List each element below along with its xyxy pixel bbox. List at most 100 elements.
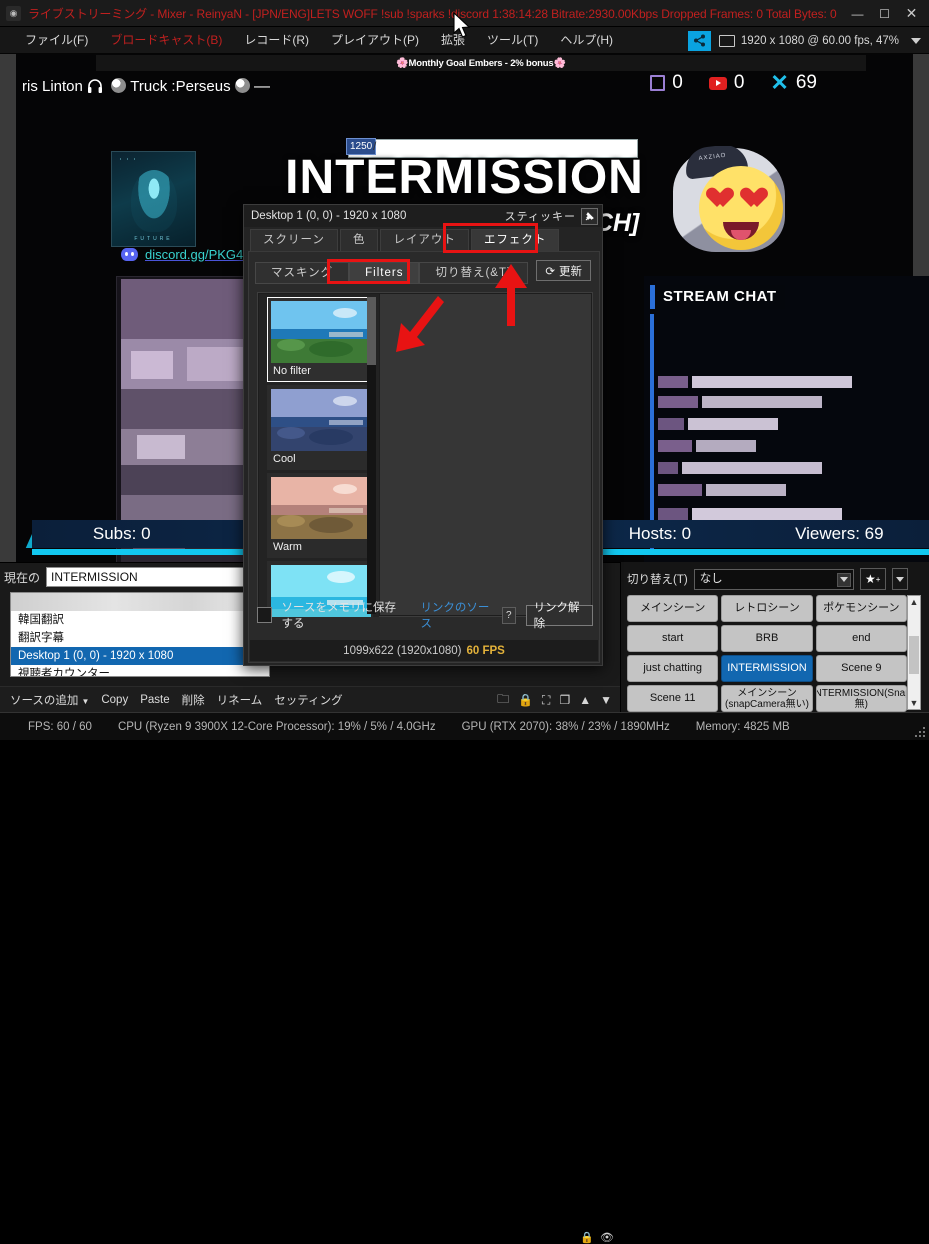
source-toolbar: ソースの追加 ▼ Copy Paste 削除 リネーム セッティング 🗀 🔒 ⛶ … — [0, 686, 620, 712]
lock-small-icon[interactable]: 🔒 — [580, 1231, 594, 1244]
stage-left-margin — [0, 54, 16, 562]
scene-button[interactable]: Scene 11 — [627, 685, 719, 712]
folder-icon[interactable]: 🗀 — [497, 690, 509, 711]
status-cpu: CPU (Ryzen 9 3900X 12-Core Processor): 1… — [117, 720, 436, 733]
menu-tools[interactable]: ツール(T) — [476, 27, 549, 54]
scene-button-grid: メインシーン レトロシーン ポケモンシーン start BRB end just… — [627, 595, 907, 712]
list-item[interactable]: 翻訳字幕 — [11, 629, 269, 647]
fullscreen-icon[interactable]: ⛶ — [542, 693, 550, 708]
dialog-status-fps: 60 FPS — [466, 644, 505, 657]
share-icon[interactable] — [687, 30, 711, 51]
filter-list[interactable]: No filter Cool Warm — [259, 294, 379, 617]
copy-button[interactable]: Copy — [101, 694, 128, 706]
paste-button[interactable]: Paste — [140, 694, 169, 706]
maximize-button[interactable]: ☐ — [871, 1, 898, 27]
scene-button-selected[interactable]: INTERMISSION — [721, 655, 813, 682]
scene-button[interactable]: レトロシーン — [721, 595, 813, 622]
source-toolbar-icons: 🗀 🔒 ⛶ ❐ ▲ ▼ — [497, 687, 612, 713]
menu-file[interactable]: ファイル(F) — [14, 27, 99, 54]
monthly-goal-label: Monthly Goal Embers - 2% bonus — [408, 57, 554, 69]
filter-item[interactable]: Warm — [267, 473, 373, 558]
save-to-memory-checkbox[interactable] — [257, 607, 272, 623]
headphones-icon — [87, 78, 103, 94]
scene-button[interactable]: BRB — [721, 625, 813, 652]
scene-button[interactable]: メインシーン(snapCamera無い) — [721, 685, 813, 712]
source-list[interactable]: 韓国翻訳 翻訳字幕 Desktop 1 (0, 0) - 1920 x 1080… — [10, 592, 270, 677]
move-down-icon[interactable]: ▼ — [600, 693, 612, 707]
transition-select[interactable]: なし — [693, 568, 854, 590]
pin-icon[interactable] — [581, 207, 598, 225]
title-bar: ◉ ライブストリーミング - Mixer - ReinyaN - [JPN/EN… — [0, 0, 929, 27]
scene-scroll-up-icon[interactable]: ▲ — [910, 596, 919, 608]
scene-scrollbar[interactable]: ▲ ▼ — [907, 595, 921, 710]
scene-scroll-thumb[interactable] — [909, 636, 919, 674]
list-item[interactable]: 韓国翻訳 — [11, 611, 269, 629]
filter-scroll-thumb[interactable] — [367, 297, 376, 365]
help-icon[interactable]: ? — [501, 606, 516, 624]
scene-button[interactable]: start — [627, 625, 719, 652]
filter-item[interactable]: Cool — [267, 385, 373, 470]
resize-grip[interactable] — [913, 725, 925, 737]
scene-button[interactable]: ポケモンシーン — [815, 595, 907, 622]
tab-color[interactable]: 色 — [339, 229, 379, 251]
subtab-transition[interactable]: 切り替え(&T) — [419, 262, 528, 284]
link-source-link[interactable]: リンクのソース — [420, 599, 492, 631]
tab-screen[interactable]: スクリーン — [250, 229, 338, 251]
delete-button[interactable]: 削除 — [182, 692, 205, 708]
scene-button[interactable]: just chatting — [627, 655, 719, 682]
filter-label: Warm — [273, 541, 302, 553]
list-item[interactable]: 視聴者カウンター — [11, 665, 269, 676]
refresh-button[interactable]: ⟳ 更新 — [536, 260, 591, 281]
menu-broadcast[interactable]: ブロードキャスト(B) — [99, 27, 233, 54]
scene-button[interactable]: INTERMISSION(Snap無) — [815, 685, 907, 712]
current-scene-input[interactable] — [46, 567, 249, 587]
heart-eye-icon-right — [745, 188, 769, 210]
dialog-footer: ソースをメモリに保存する リンクのソース ? リンク解除 — [257, 599, 593, 631]
scene-button[interactable]: メインシーン — [627, 595, 719, 622]
menu-record[interactable]: レコード(R) — [233, 27, 320, 54]
menu-extensions[interactable]: 拡張 — [430, 27, 476, 54]
unlink-button[interactable]: リンク解除 — [525, 602, 593, 630]
mixer-icon: ✕ — [770, 70, 789, 95]
scene-button[interactable]: Scene 9 — [815, 655, 907, 682]
move-up-icon[interactable]: ▲ — [579, 693, 591, 707]
menu-help[interactable]: ヘルプ(H) — [549, 27, 624, 54]
resolution-indicator[interactable]: 1920 x 1080 @ 60.00 fps, 47% — [718, 34, 903, 47]
status-gpu: GPU (RTX 2070): 38% / 23% / 1890MHz — [461, 720, 670, 733]
list-item-selected[interactable]: Desktop 1 (0, 0) - 1920 x 1080 — [11, 647, 269, 665]
rename-button[interactable]: リネーム — [217, 692, 263, 708]
stat-viewers: Viewers: 69 — [795, 524, 884, 543]
dialog-status-bar: 1099x622 (1920x1080) 60 FPS — [250, 640, 598, 661]
subtab-filters[interactable]: Filters — [349, 262, 420, 284]
chevron-down-icon[interactable] — [911, 37, 921, 44]
scene-options-dropdown[interactable] — [891, 568, 908, 590]
scene-panel: 切り替え(T) なし ★ + メインシーン レトロシーン ポケモンシーン star… — [620, 562, 929, 712]
stream-chat-rail — [650, 314, 654, 549]
list-item[interactable] — [11, 593, 269, 611]
tab-layout[interactable]: レイアウト — [380, 229, 469, 251]
platform-counters: 0 0 ✕ 69 — [650, 72, 817, 94]
eye-icon[interactable]: 👁 — [600, 1231, 614, 1244]
filter-item-selected[interactable]: No filter — [267, 297, 373, 382]
mixer-count: 69 — [795, 72, 817, 93]
tab-effects[interactable]: エフェクト — [470, 229, 560, 251]
minimize-button[interactable]: — — [844, 1, 871, 27]
close-button[interactable]: ✕ — [898, 1, 925, 27]
youtube-counter: 0 — [708, 72, 744, 94]
add-source-button[interactable]: ソースの追加 ▼ — [10, 692, 89, 708]
settings-button[interactable]: セッティング — [274, 692, 342, 708]
chevron-down-icon[interactable] — [836, 572, 851, 587]
status-memory: Memory: 4825 MB — [695, 720, 790, 733]
menu-playout[interactable]: プレイアウト(P) — [320, 27, 430, 54]
lock-icon[interactable]: 🔒 — [518, 693, 533, 707]
subtab-masking[interactable]: マスキング — [255, 262, 350, 284]
transition-label: 切り替え(T) — [627, 574, 688, 586]
window-icon[interactable]: ❐ — [559, 693, 570, 707]
disc-icon-left — [111, 78, 127, 93]
add-scene-button[interactable]: ★ + — [859, 568, 886, 590]
scene-button[interactable]: end — [815, 625, 907, 652]
status-bar: FPS: 60 / 60 CPU (Ryzen 9 3900X 12-Core … — [0, 712, 929, 740]
scene-scroll-down-icon[interactable]: ▼ — [910, 697, 919, 709]
filter-list-scrollbar[interactable] — [367, 297, 376, 614]
resolution-label: 1920 x 1080 @ 60.00 fps, 47% — [740, 34, 899, 47]
